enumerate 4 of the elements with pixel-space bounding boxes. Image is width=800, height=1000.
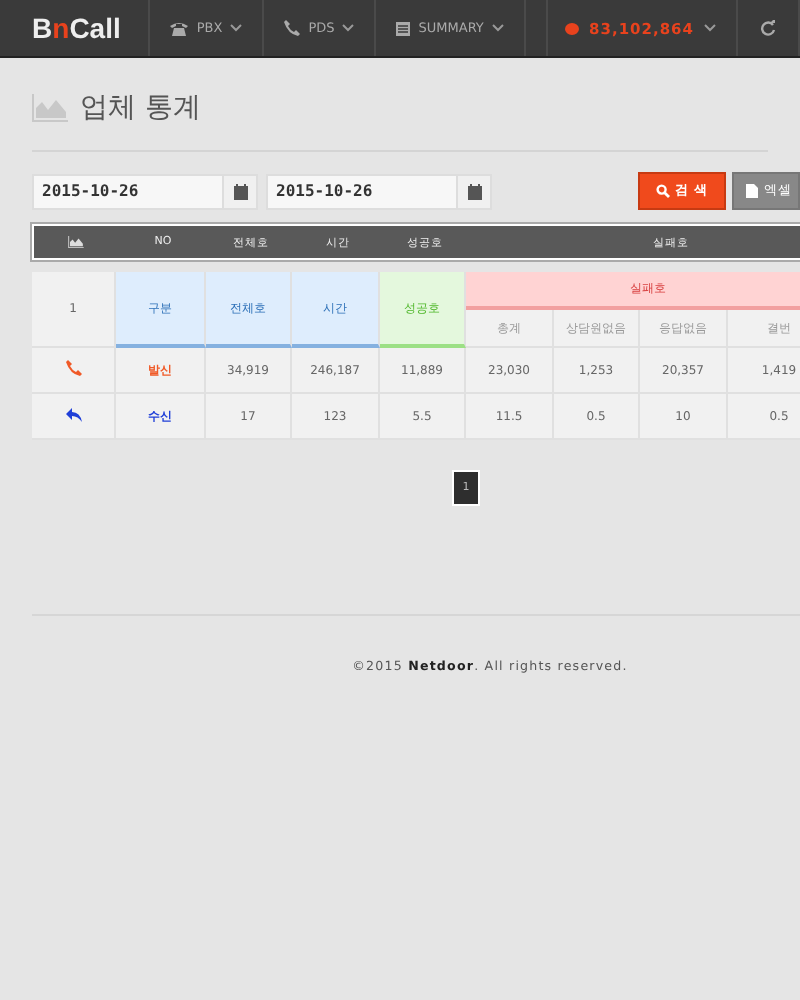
start-date-field[interactable]: 2015-10-26 [32, 173, 222, 209]
page-title: 업체 통계 [80, 90, 201, 126]
logo[interactable]: BnCall [0, 0, 151, 56]
end-date-field[interactable]: 2015-10-26 [266, 173, 456, 209]
